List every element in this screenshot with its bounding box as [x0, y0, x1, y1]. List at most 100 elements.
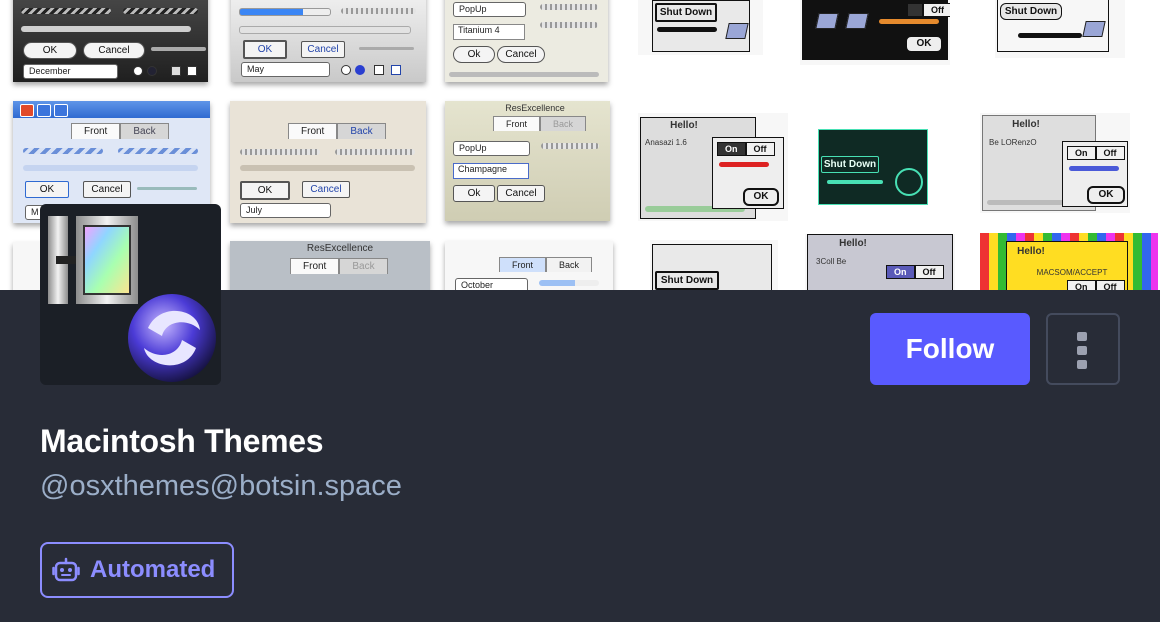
folder-icon: [725, 23, 749, 39]
cancel-button: Cancel: [302, 181, 350, 198]
display-name: Macintosh Themes: [40, 423, 324, 459]
theme-sample-14: Front Back October: [445, 241, 613, 290]
checkbox: [171, 66, 181, 76]
mini-window: Hello! MACSOM/ACCEPT On Off: [1006, 241, 1128, 290]
tab-front: Front: [493, 116, 541, 131]
close-icon: [20, 104, 34, 117]
mini-window: On Off OK: [712, 137, 784, 209]
slider: [359, 47, 414, 50]
progress-bar: [240, 149, 320, 155]
progress-bar: [118, 148, 198, 154]
cancel-button: Cancel: [83, 42, 145, 59]
mini-window: Hello! 3Coll Be On Off: [807, 234, 953, 290]
mini-window: Shut Down: [818, 129, 928, 205]
ok-button: Ok: [453, 46, 495, 63]
checkbox: [391, 65, 401, 75]
badge-label: Automated: [90, 556, 216, 583]
tab-back: Back: [337, 123, 386, 139]
tab-front: Front: [290, 258, 340, 274]
tab-back: Back: [546, 257, 593, 272]
window-title: Hello!: [659, 120, 709, 131]
slider: [137, 187, 197, 190]
radio: [147, 66, 157, 76]
tab-bar: Front Back: [288, 123, 386, 139]
radio: [355, 65, 365, 75]
slider: [151, 47, 206, 51]
theme-sample-12: Hello! Be LORenzO On Off OK: [980, 113, 1130, 213]
checkbox: [374, 65, 384, 75]
folder-icon: [845, 13, 869, 29]
theme-sample-3: PopUp Titanium 4 Ok Cancel: [445, 0, 608, 82]
progress-bar: [657, 27, 717, 32]
progress-bar: [21, 8, 111, 14]
theme-app-logo-icon: [48, 216, 216, 382]
ok-button: OK: [25, 181, 69, 198]
window-title: ResExcellence: [505, 103, 565, 113]
window-title: Hello!: [839, 238, 867, 249]
shutdown-button: Shut Down: [655, 271, 719, 290]
on-off-toggle: On Off: [1067, 280, 1125, 290]
window-subtitle: Anasazi 1.6: [645, 138, 687, 147]
cancel-button: Cancel: [497, 46, 545, 63]
window-subtitle: Be LORenzO: [989, 138, 1037, 147]
theme-sample-16: Hello! 3Coll Be On Off: [805, 234, 955, 290]
tab-front: Front: [71, 123, 121, 139]
more-options-button[interactable]: [1046, 313, 1120, 385]
tab-bar: Front Back: [499, 257, 593, 272]
folder-icon: [1082, 21, 1106, 37]
tab-front: Front: [288, 123, 338, 139]
window-title: Hello!: [1012, 119, 1040, 130]
mini-window: On Off OK: [1062, 141, 1128, 207]
theme-sample-2: OK Cancel May: [231, 0, 426, 82]
popup-menu: PopUp: [453, 141, 530, 156]
follow-button[interactable]: Follow: [870, 313, 1030, 385]
scroll-track: [239, 26, 411, 34]
tab-back: Back: [540, 116, 587, 131]
theme-sample-4: Shut Down: [638, 0, 763, 55]
mini-window: Shut Down: [652, 0, 750, 52]
progress-bar: [341, 8, 416, 14]
theme-sample-9: ResExcellence Front Back PopUp Champagne …: [445, 101, 610, 221]
radio: [341, 65, 351, 75]
shutdown-button: Shut Down: [1000, 3, 1062, 20]
theme-sample-11: Shut Down: [808, 125, 928, 205]
popup-menu: PopUp: [453, 2, 526, 17]
account-handle[interactable]: @osxthemes@botsin.space: [40, 470, 402, 503]
theme-sample-10: Hello! Anasazi 1.6 On Off OK: [638, 113, 788, 221]
dial-icon: [895, 168, 923, 196]
theme-sample-15: Shut Down: [650, 240, 778, 290]
on-off-toggle: Off: [907, 3, 950, 17]
tab-bar: Front Back: [290, 258, 388, 274]
ok-button: OK: [240, 181, 290, 200]
progress-bar: [1069, 166, 1119, 171]
avatar[interactable]: [40, 204, 221, 385]
theme-sample-5: Off OK: [800, 0, 950, 65]
scroll-track: [21, 26, 191, 32]
ok-button: OK: [905, 35, 943, 53]
progress-bar: [879, 19, 939, 24]
ok-button: OK: [23, 42, 77, 59]
popup-menu: May: [241, 62, 330, 77]
robot-icon: [52, 557, 80, 582]
theme-sample-6: Shut Down: [995, 0, 1125, 58]
popup-menu: December: [23, 64, 118, 79]
progress-bar: [827, 180, 883, 184]
progress-bar: [1018, 33, 1082, 38]
progress-bar: [719, 162, 769, 167]
ok-button: OK: [243, 40, 287, 59]
folder-icon: [815, 13, 839, 29]
popup-menu: July: [240, 203, 331, 218]
cancel-button: Cancel: [83, 181, 131, 198]
maximize-icon: [54, 104, 68, 117]
progress-bar: [540, 22, 598, 28]
progress-bar: [239, 8, 331, 16]
window-subtitle: MACSOM/ACCEPT: [1036, 268, 1108, 277]
radio: [133, 66, 143, 76]
theme-sample-17: Hello! MACSOM/ACCEPT On Off: [980, 233, 1158, 290]
progress-bar: [539, 280, 599, 286]
tab-front: Front: [499, 257, 547, 272]
tab-back: Back: [120, 123, 169, 139]
on-off-toggle: On Off: [1067, 146, 1125, 160]
window-title: ResExcellence: [306, 243, 374, 254]
text-field: Champagne: [453, 163, 529, 179]
